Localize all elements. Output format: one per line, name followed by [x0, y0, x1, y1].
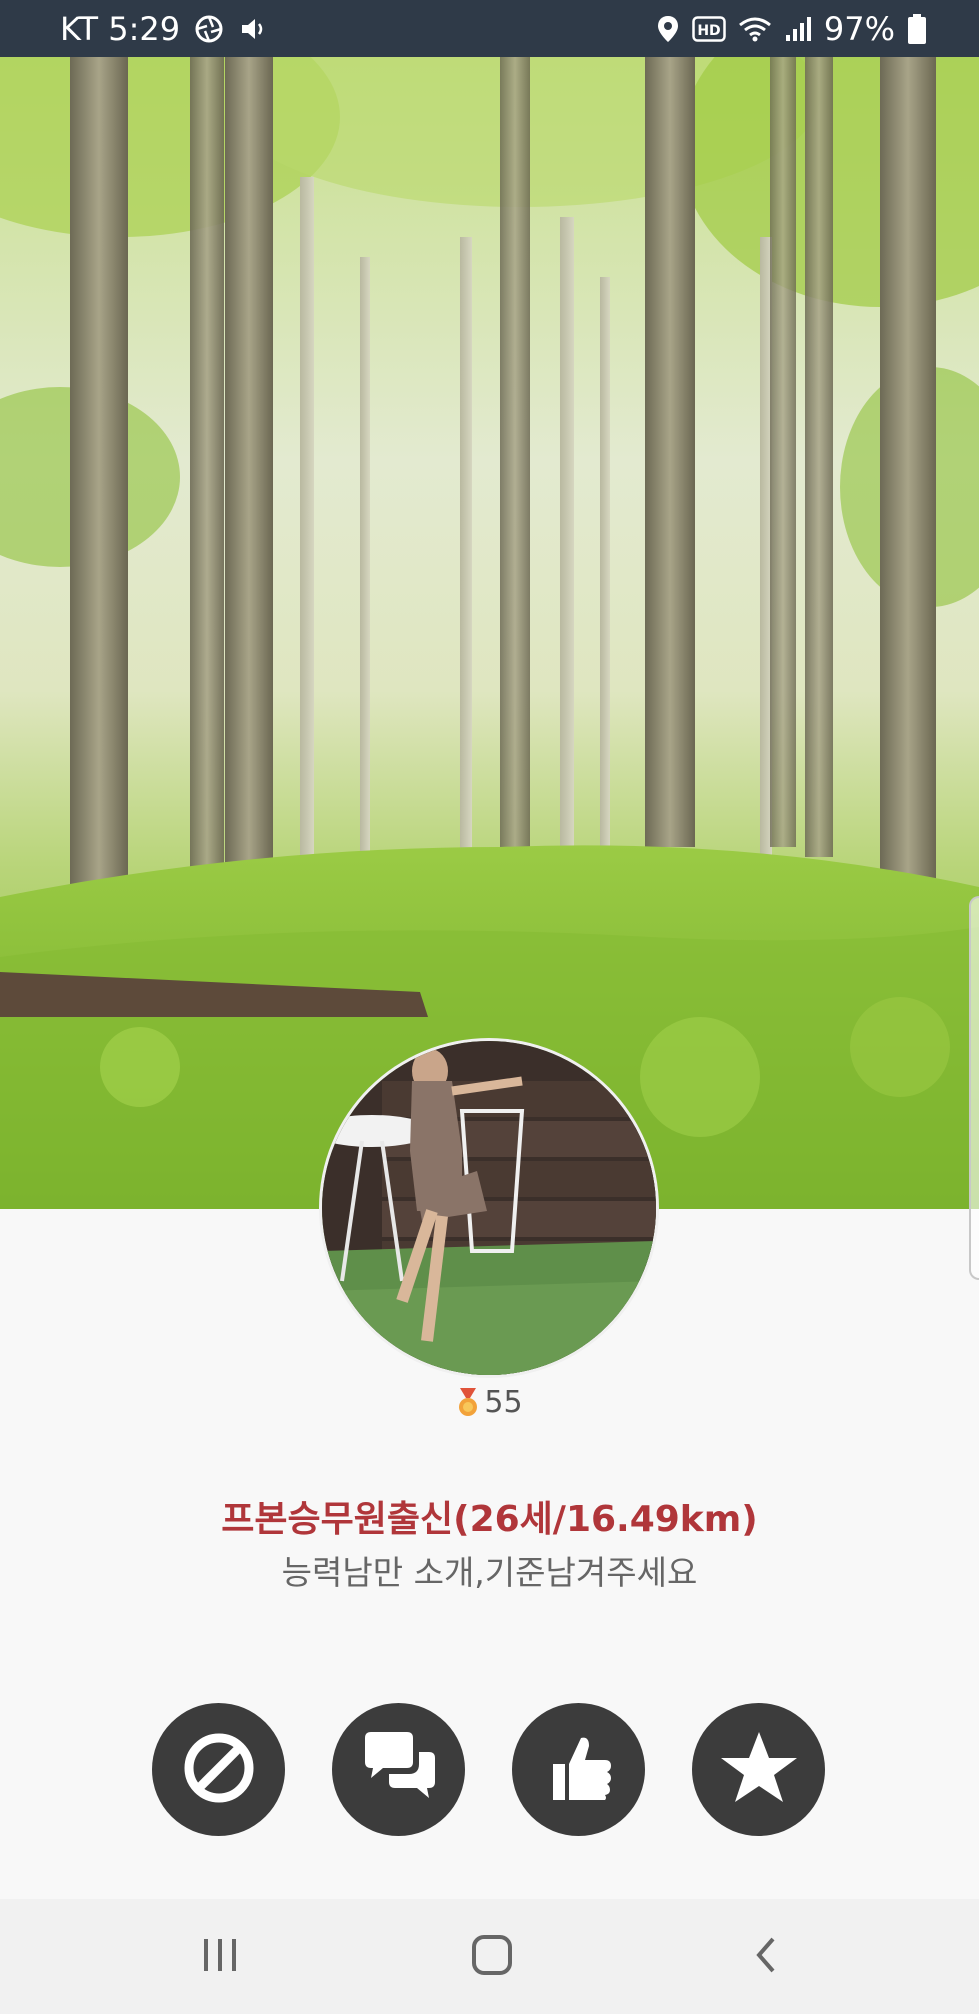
- volume-icon: [238, 14, 268, 44]
- status-right: HD 97%: [656, 0, 927, 57]
- navigation-bar: [0, 1899, 979, 2014]
- chat-button[interactable]: [332, 1703, 465, 1836]
- like-button[interactable]: [512, 1703, 645, 1836]
- recent-apps-icon: [200, 1937, 240, 1977]
- action-bar: [152, 1703, 826, 1837]
- home-icon: [471, 1934, 513, 1980]
- recent-apps-button[interactable]: [160, 1899, 280, 2014]
- block-icon: [179, 1728, 259, 1812]
- battery-icon: [907, 13, 927, 45]
- status-bar: KT 5:29 HD 97%: [0, 0, 979, 57]
- score-display: 55: [0, 1385, 979, 1420]
- profile-avatar[interactable]: [322, 1041, 656, 1375]
- home-button[interactable]: [432, 1899, 552, 2014]
- star-icon: [717, 1726, 801, 1814]
- battery-percent: 97%: [823, 9, 895, 48]
- wifi-icon: [738, 15, 772, 43]
- back-button[interactable]: [706, 1899, 826, 2014]
- side-edge-handle[interactable]: [969, 896, 979, 1280]
- score-value: 55: [484, 1385, 523, 1420]
- profile-intro: 능력남만 소개,기준남겨주세요: [281, 1553, 698, 1592]
- thumbs-up-icon: [539, 1728, 619, 1812]
- svg-text:HD: HD: [697, 23, 720, 39]
- profile-name-line: 프본승무원출신(26세/16.49km): [221, 1499, 758, 1540]
- location-icon: [656, 14, 680, 44]
- chat-bubbles-icon: [357, 1728, 441, 1812]
- back-icon: [751, 1935, 781, 1979]
- signal-icon: [784, 15, 812, 43]
- medal-icon: [456, 1387, 480, 1418]
- aperture-icon: [194, 14, 224, 44]
- carrier-time: KT 5:29: [60, 9, 181, 48]
- block-button[interactable]: [152, 1703, 285, 1836]
- cover-photo: [0, 57, 979, 1209]
- hd-icon: HD: [692, 15, 726, 42]
- favorite-button[interactable]: [692, 1703, 825, 1836]
- status-left: KT 5:29: [60, 0, 268, 57]
- profile-screen: KT 5:29 HD 97% 55 프본승무원출신(26세/16.49km) 능…: [0, 0, 979, 2014]
